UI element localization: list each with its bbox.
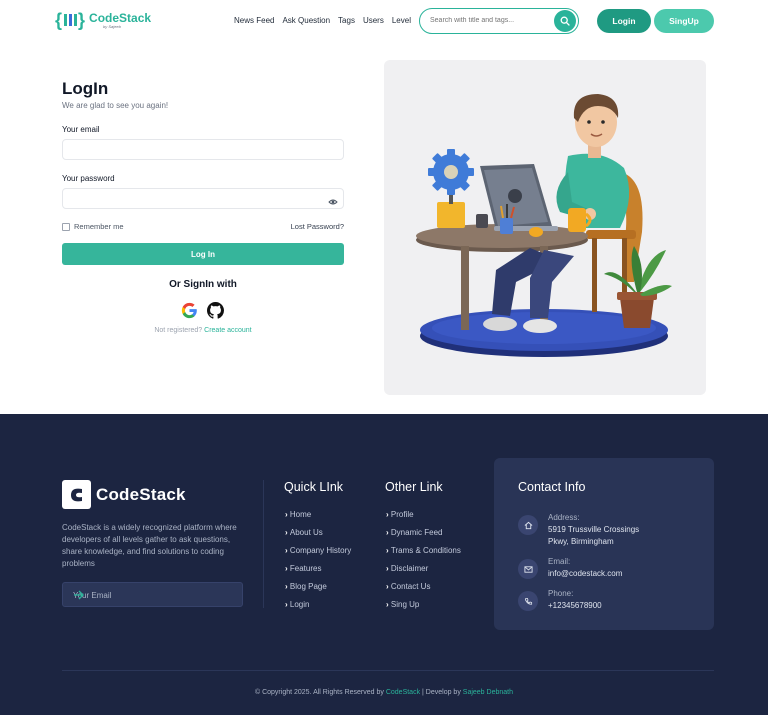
footer-logo-icon <box>62 480 91 509</box>
other-link-terms[interactable]: Trams & Conditions <box>386 544 461 562</box>
register-prompt: Not registered? Create account <box>62 327 344 334</box>
brand-logo[interactable]: { } CodeStack by Sajeeb <box>55 11 151 29</box>
nav-item-level[interactable]: Level <box>392 16 411 25</box>
footer-divider <box>263 480 264 608</box>
search-icon <box>560 16 570 26</box>
contact-info-title: Contact Info <box>518 480 586 494</box>
other-link-disclaimer[interactable]: Disclaimer <box>386 562 461 580</box>
contact-phone-value[interactable]: +12345678900 <box>548 600 602 612</box>
other-link-title: Other Link <box>385 480 443 494</box>
brand-name: CodeStack <box>89 10 152 25</box>
mail-icon <box>518 559 538 579</box>
newsletter-email-field[interactable]: Your Email <box>62 582 243 607</box>
google-signin-button[interactable] <box>181 302 198 324</box>
remember-label: Remember me <box>74 222 124 231</box>
remember-checkbox[interactable] <box>62 222 70 231</box>
address-line-1: 5919 Trussville Crossings <box>548 525 640 534</box>
quick-link-features[interactable]: Features <box>285 562 351 580</box>
nav-item-ask-question[interactable]: Ask Question <box>282 16 330 25</box>
top-navbar: { } CodeStack by Sajeeb News Feed Ask Qu… <box>0 0 768 42</box>
footer-brand-name: CodeStack <box>96 484 186 504</box>
lost-password-link[interactable]: Lost Password? <box>280 222 344 231</box>
header-login-button[interactable]: Login <box>597 9 651 33</box>
contact-info-card: Contact Info Address: 5919 Trussville Cr… <box>494 458 714 630</box>
home-icon <box>518 515 538 535</box>
github-icon <box>207 302 224 319</box>
create-account-link[interactable]: Create account <box>204 327 251 334</box>
brand-byline: by Sajeeb <box>103 23 121 29</box>
footer-description: CodeStack is a widely recognized platfor… <box>62 523 237 568</box>
other-link-list: Profile Dynamic Feed Trams & Conditions … <box>386 508 461 616</box>
google-icon <box>181 302 197 319</box>
copyright-prefix: © Copyright 2025. All Rights Reserved by <box>254 689 384 696</box>
logo-icon: { } <box>55 10 86 30</box>
contact-email: Email: info@codestack.com <box>518 556 622 580</box>
other-link-contact-us[interactable]: Contact Us <box>386 580 461 598</box>
quick-link-home[interactable]: Home <box>285 508 351 526</box>
footer-brand[interactable]: CodeStack <box>62 480 186 509</box>
nav-item-news-feed[interactable]: News Feed <box>234 16 274 25</box>
quick-link-about-us[interactable]: About Us <box>285 526 351 544</box>
address-label: Address: <box>548 513 580 522</box>
quick-link-list: Home About Us Company History Features B… <box>285 508 351 616</box>
header-signup-button[interactable]: SingUp <box>654 9 714 33</box>
main-nav: News Feed Ask Question Tags Users Level <box>234 16 411 25</box>
nav-item-users[interactable]: Users <box>363 16 384 25</box>
phone-icon <box>518 591 538 611</box>
copyright-author-link[interactable]: Sajeeb Debnath <box>463 689 513 696</box>
quick-link-login[interactable]: Login <box>285 598 351 616</box>
email-label-footer: Email: <box>548 557 571 566</box>
login-title: LogIn <box>62 79 109 98</box>
search-button[interactable] <box>554 10 576 32</box>
developer-at-desk-illustration <box>416 94 672 357</box>
contact-phone: Phone: +12345678900 <box>518 588 602 612</box>
site-footer: CodeStack CodeStack is a widely recogniz… <box>0 414 768 715</box>
email-field[interactable] <box>62 139 344 160</box>
contact-email-value[interactable]: info@codestack.com <box>548 568 622 580</box>
hero-illustration <box>384 60 706 395</box>
email-label: Your email <box>62 125 100 134</box>
github-signin-button[interactable] <box>207 302 224 324</box>
password-field[interactable] <box>62 188 344 209</box>
footer-bottom-divider <box>62 670 714 671</box>
login-submit-button[interactable]: Log In <box>62 243 344 265</box>
login-subtitle: We are glad to see you again! <box>62 101 169 110</box>
eye-icon[interactable] <box>328 194 338 212</box>
other-link-sign-up[interactable]: Sing Up <box>386 598 461 616</box>
copyright-text: © Copyright 2025. All Rights Reserved by… <box>0 689 768 696</box>
copyright-brand-link[interactable]: CodeStack <box>386 689 420 696</box>
nav-item-tags[interactable]: Tags <box>338 16 355 25</box>
copyright-separator: | Develop by <box>422 689 461 696</box>
other-link-dynamic-feed[interactable]: Dynamic Feed <box>386 526 461 544</box>
search-bar <box>419 8 579 34</box>
quick-link-company-history[interactable]: Company History <box>285 544 351 562</box>
not-registered-text: Not registered? <box>154 327 203 334</box>
social-signin-heading: Or SignIn with <box>169 279 237 290</box>
password-label: Your password <box>62 174 115 183</box>
search-input[interactable] <box>430 17 550 24</box>
contact-address: Address: 5919 Trussville Crossings Pkwy,… <box>518 512 639 548</box>
address-line-2: Pkwy, Birmingham <box>548 537 614 546</box>
phone-label: Phone: <box>548 589 574 598</box>
quick-link-title: Quick LInk <box>284 480 344 494</box>
other-link-profile[interactable]: Profile <box>386 508 461 526</box>
arrow-right-icon[interactable] <box>73 589 235 603</box>
remember-me[interactable]: Remember me <box>62 222 124 231</box>
quick-link-blog-page[interactable]: Blog Page <box>285 580 351 598</box>
